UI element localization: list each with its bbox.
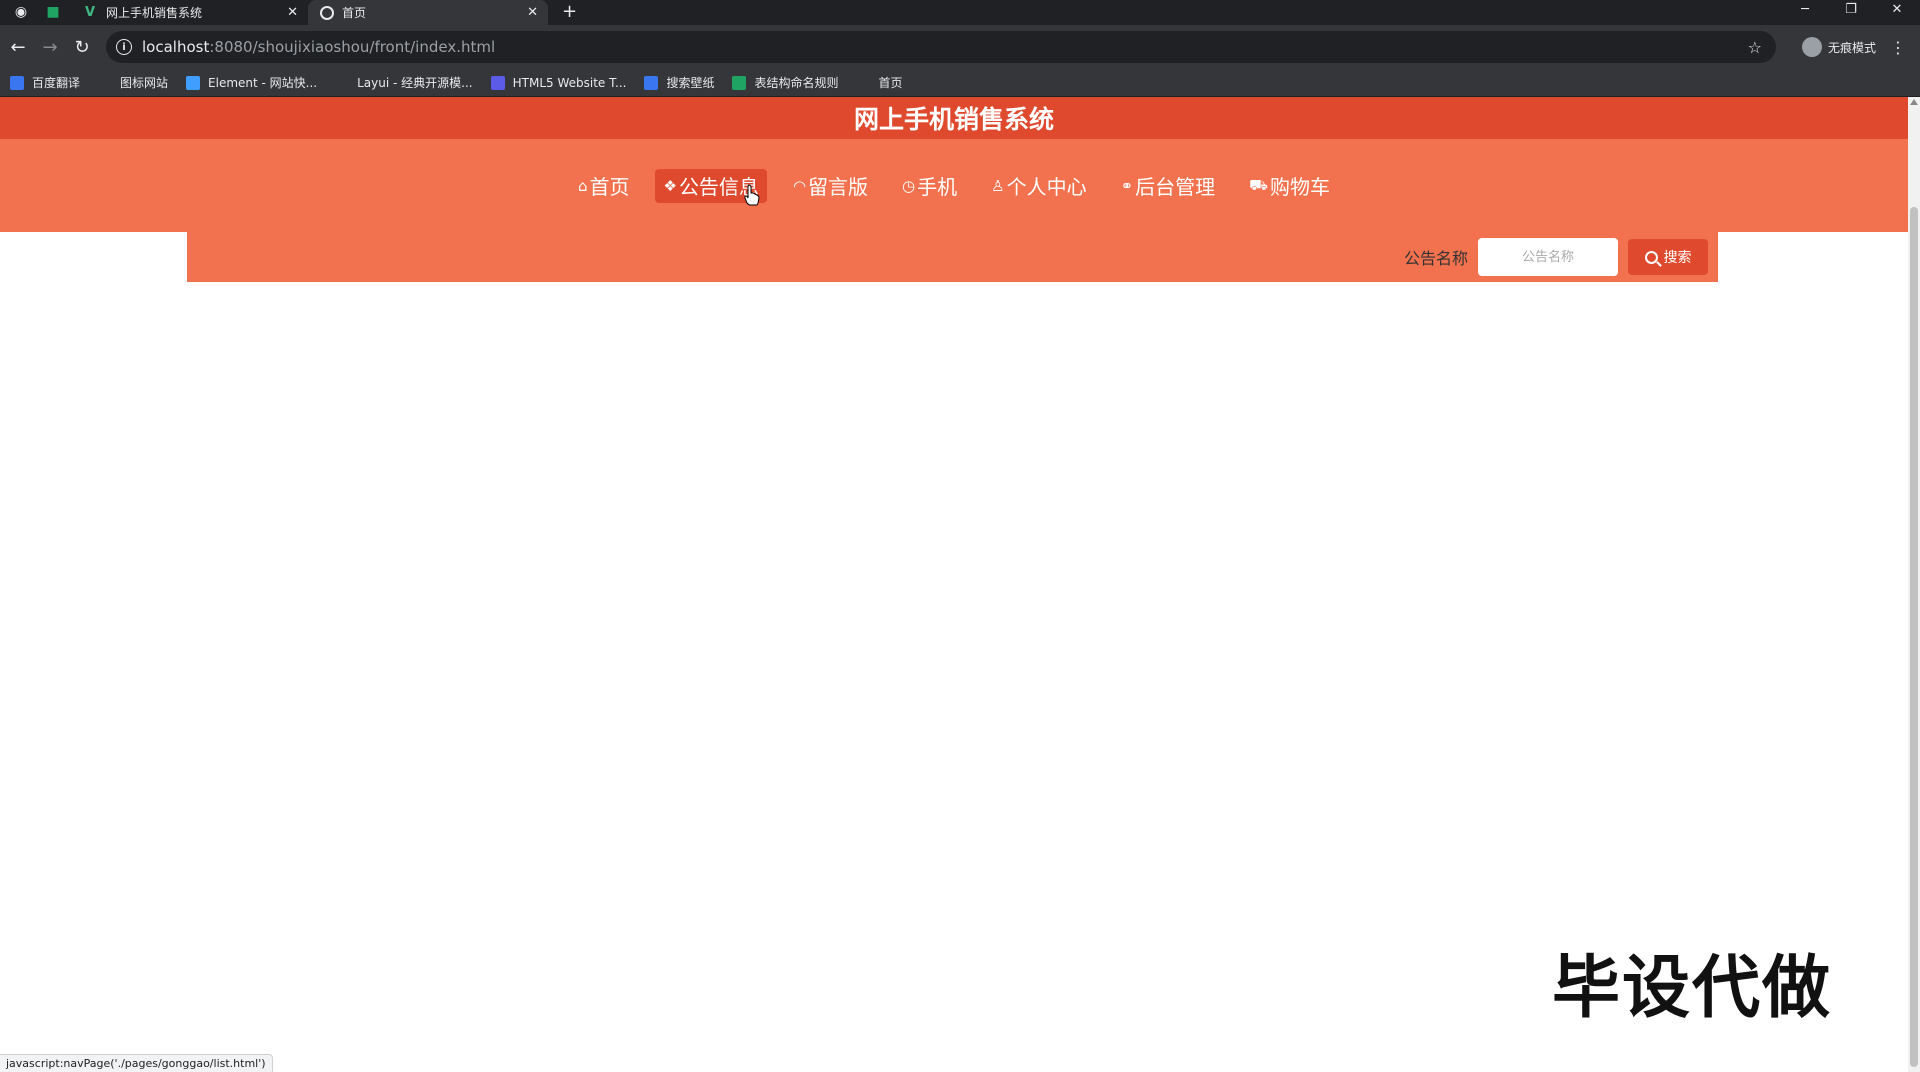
url-path: :8080/shoujixiaoshou/front/index.html [209,38,496,56]
nav-item-cart[interactable]: ⛟ 购物车 [1241,169,1338,203]
nav-item-label: 个人中心 [1006,175,1087,199]
window-controls: ─ ❐ ✕ [1782,0,1920,25]
bookmark-item[interactable]: Layui - 经典开源模... [335,74,473,91]
browser-toolbar: ← → ↻ i localhost :8080/shoujixiaoshou/f… [0,25,1920,69]
search-icon [1644,250,1658,264]
url-host: localhost [142,38,210,56]
watermark-text: 毕设代做 [1552,949,1833,1028]
cart-icon: ⛟ [1249,175,1269,194]
scroll-up-icon[interactable] [1910,99,1918,105]
search-button-label: 搜索 [1663,250,1692,266]
nav-item-label: 后台管理 [1135,175,1216,199]
html5-icon [490,75,505,90]
personal-center-icon: ♙ [991,176,1005,195]
wallpaper-icon [644,75,659,90]
nav-item-label: 手机 [917,175,958,199]
nav-item-message-board[interactable]: ◠ 留言版 [785,169,876,203]
search-button[interactable]: 搜索 [1628,239,1708,275]
bookmark-item[interactable]: 搜索壁纸 [644,74,714,91]
nav-item-label: 首页 [589,175,630,199]
bookmark-item[interactable]: 首页 [856,74,903,91]
translate-icon [10,75,24,90]
menu-icon[interactable]: ⋮ [1890,38,1906,57]
sheet-icon [732,75,747,90]
browser-tab-2[interactable]: 首页 ✕ [308,0,548,25]
scrollbar-thumb[interactable] [1910,207,1918,1067]
site-title: 网上手机销售系统 [853,105,1054,134]
tab-title: 网上手机销售系统 [106,6,203,20]
reload-icon[interactable]: ↻ [66,37,98,58]
vue-logo-icon: V [84,5,96,20]
main-nav: ⌂ 首页 ❖ 公告信息 ◠ 留言版 ◷ 手机 ♙ 个人中心 ⚭ 后台管理 ⛟ 购物车 [0,139,1908,232]
bookmark-label: 搜索壁纸 [666,76,715,90]
page-scrollbar[interactable] [1908,97,1920,1072]
bookmark-item[interactable]: Element - 网站快... [186,74,317,91]
bookmark-item[interactable]: HTML5 Website T... [490,75,627,90]
back-icon[interactable]: ← [2,37,34,58]
hand-cursor-icon [744,184,760,206]
nav-item-personal-center[interactable]: ♙ 个人中心 [983,169,1094,203]
minimize-icon[interactable]: ─ [1782,0,1828,25]
nav-item-home[interactable]: ⌂ 首页 [570,169,638,203]
incognito-icon [1801,37,1822,57]
element-icon [186,75,201,90]
incognito-profile[interactable]: 无痕模式 [1801,37,1876,57]
globe-icon [856,75,871,90]
sheets-favicon-icon[interactable]: ■ [42,1,64,23]
bookmark-label: Element - 网站快... [208,76,318,90]
nav-item-label: 留言版 [808,175,869,199]
search-input[interactable] [1478,238,1618,276]
page-content: 网上手机销售系统 ⌂ 首页 ❖ 公告信息 ◠ 留言版 ◷ 手机 ♙ 个人中心 ⚭ 后台管理 ⛟ 购物车 公… [0,97,1920,1072]
bookmark-star-icon[interactable]: ☆ [1748,38,1762,57]
new-tab-button[interactable]: + [562,1,577,22]
bookmark-item[interactable]: 百度翻译 [10,74,80,91]
bookmark-label: HTML5 Website T... [512,75,627,90]
search-label: 公告名称 [1403,249,1468,268]
restore-icon[interactable]: ❐ [1828,0,1874,25]
bookmark-label: 表结构命名规则 [754,76,839,90]
tab-search-icon[interactable]: ◉ [10,1,32,23]
home-icon: ⌂ [577,176,588,195]
notice-icon: ❖ [663,176,677,195]
globe-icon [320,5,334,20]
close-icon[interactable]: ✕ [287,5,298,20]
browser-tab-bar: ◉ ■ V 网上手机销售系统 ✕ 首页 ✕ + ─ ❐ ✕ [0,0,1920,25]
search-bar: 公告名称 搜索 [187,232,1718,282]
status-bar-url: javascript:navPage('./pages/gonggao/list… [0,1054,273,1072]
bookmarks-bar: 百度翻译 图标网站 Element - 网站快... Layui - 经典开源模...… [0,69,1920,97]
admin-icon: ⚭ [1120,176,1134,195]
tab-title: 首页 [342,6,367,20]
bookmark-item[interactable]: 图标网站 [98,74,168,91]
profile-label: 无痕模式 [1827,40,1876,55]
bookmark-label: 百度翻译 [32,76,81,90]
nav-item-phones[interactable]: ◷ 手机 [894,169,965,203]
forward-icon[interactable]: → [34,37,66,58]
browser-tab-1[interactable]: V 网上手机销售系统 ✕ [70,0,308,25]
phones-icon: ◷ [902,176,916,195]
info-icon[interactable]: i [116,39,132,55]
layui-icon [335,75,350,90]
nav-item-admin[interactable]: ⚭ 后台管理 [1113,169,1224,203]
close-icon[interactable]: ✕ [527,5,538,20]
bookmark-item[interactable]: 表结构命名规则 [732,74,838,91]
bookmark-label: Layui - 经典开源模... [357,76,473,90]
message-board-icon: ◠ [792,176,807,195]
nav-item-label: 购物车 [1270,175,1331,199]
flag-icon [98,75,113,90]
address-bar[interactable]: i localhost :8080/shoujixiaoshou/front/i… [106,31,1776,63]
close-window-icon[interactable]: ✕ [1874,0,1920,25]
bookmark-label: 图标网站 [120,76,169,90]
bookmark-label: 首页 [878,76,903,90]
site-header: 网上手机销售系统 [0,97,1908,139]
